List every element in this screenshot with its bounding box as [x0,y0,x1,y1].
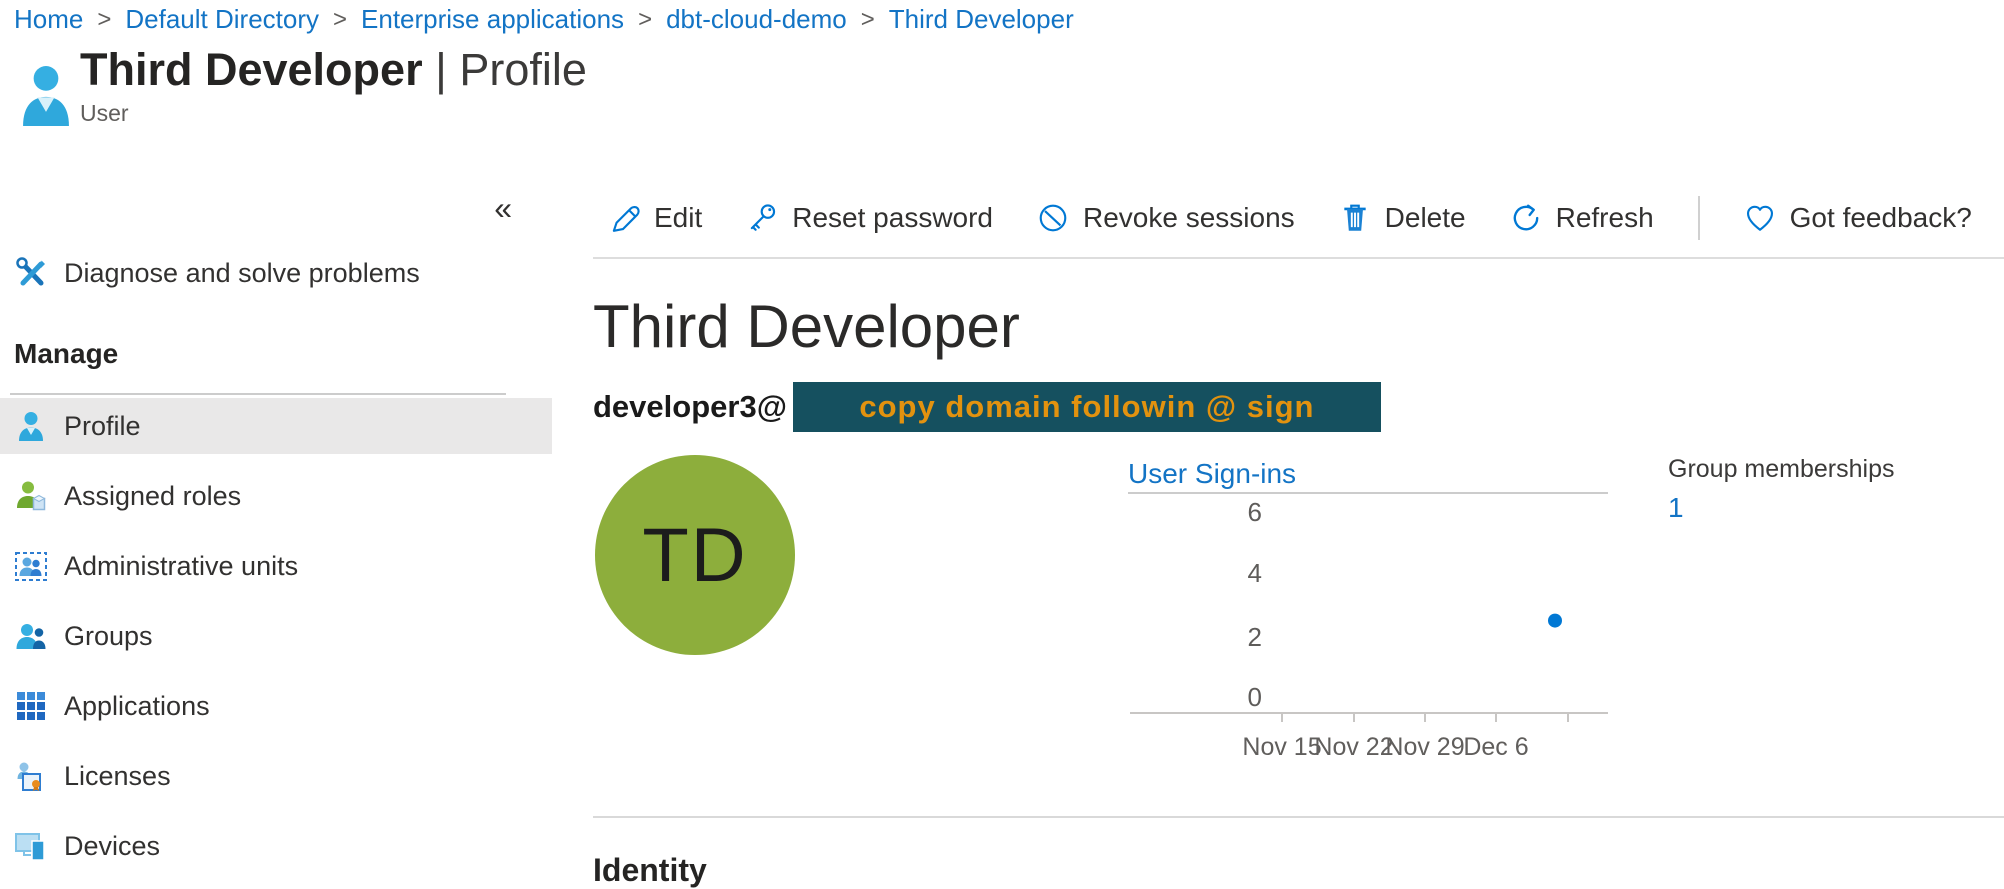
reset-password-button[interactable]: Reset password [746,202,993,234]
feedback-label: Got feedback? [1790,202,1972,234]
breadcrumb-third-developer[interactable]: Third Developer [889,4,1074,35]
sidebar-item-label: Profile [64,411,141,442]
y-tick-label: 6 [1248,497,1262,527]
sidebar-section-manage: Manage [14,338,118,370]
breadcrumb: Home > Default Directory > Enterprise ap… [14,4,1074,35]
devices-icon [14,829,48,863]
sidebar: « Diagnose and solve problems Manage Pro… [0,150,552,884]
tools-icon [14,256,48,290]
delete-label: Delete [1385,202,1466,234]
sidebar-divider [10,393,506,395]
sidebar-item-label: Administrative units [64,551,298,582]
revoke-sessions-button[interactable]: Revoke sessions [1037,202,1295,234]
x-tick-label: Nov 22 [1314,733,1393,761]
breadcrumb-separator: > [861,6,875,34]
x-tick-label: Dec 6 [1463,733,1528,761]
user-display-name: Third Developer [593,292,1020,361]
sidebar-item-groups[interactable]: Groups [0,608,552,664]
y-tick-label: 2 [1248,622,1262,652]
sidebar-item-label: Licenses [64,761,171,792]
email-prefix: developer3@ [593,389,787,425]
sign-ins-chart: 6 4 2 0 Nov 15 Nov 22 Nov 29 Dec 6 [1128,495,1628,785]
sidebar-item-profile[interactable]: Profile [0,398,552,454]
sidebar-item-label: Assigned roles [64,481,241,512]
sidebar-collapse-icon[interactable]: « [494,192,512,224]
page-title-section: Profile [459,44,587,95]
sidebar-item-applications[interactable]: Applications [0,678,552,734]
person-role-icon [14,479,48,513]
breadcrumb-home[interactable]: Home [14,4,83,35]
pencil-icon [608,202,640,234]
identity-section-heading: Identity [593,852,707,889]
redaction-box: copy domain followin @ sign [793,382,1381,432]
trash-icon [1339,202,1371,234]
sidebar-item-assigned-roles[interactable]: Assigned roles [0,468,552,524]
signin-data-point [1548,614,1562,628]
sidebar-item-administrative-units[interactable]: Administrative units [0,538,552,594]
admin-units-icon [14,549,48,583]
sidebar-item-label: Applications [64,691,210,722]
user-sign-ins-link[interactable]: User Sign-ins [1128,458,1296,490]
breadcrumb-separator: > [97,6,111,34]
y-tick-label: 4 [1248,558,1262,588]
people-icon [14,619,48,653]
person-icon [14,409,48,443]
license-icon [14,759,48,793]
group-memberships-label: Group memberships [1668,455,1894,484]
sidebar-item-label: Diagnose and solve problems [64,258,420,289]
key-icon [746,202,778,234]
user-avatar-icon [16,60,76,132]
section-divider [593,816,2004,818]
refresh-label: Refresh [1556,202,1654,234]
avatar-initials: TD [642,512,747,599]
breadcrumb-enterprise-applications[interactable]: Enterprise applications [361,4,624,35]
chart-title-underline [1128,492,1608,494]
redaction-label: copy domain followin @ sign [859,389,1314,425]
block-icon [1037,202,1069,234]
edit-button[interactable]: Edit [608,202,702,234]
breadcrumb-separator: > [333,6,347,34]
refresh-icon [1510,202,1542,234]
toolbar-divider [1698,196,1700,240]
group-memberships-value[interactable]: 1 [1668,492,1684,524]
edit-label: Edit [654,202,702,234]
breadcrumb-default-directory[interactable]: Default Directory [125,4,319,35]
sidebar-item-licenses[interactable]: Licenses [0,748,552,804]
user-principal-name: developer3@ copy domain followin @ sign [593,382,1381,432]
content-top-divider [593,257,2004,259]
sidebar-item-label: Groups [64,621,153,652]
grid-icon [14,689,48,723]
y-tick-label: 0 [1248,682,1262,712]
feedback-button[interactable]: Got feedback? [1744,202,1972,234]
x-tick-label: Nov 15 [1242,733,1321,761]
revoke-sessions-label: Revoke sessions [1083,202,1295,234]
avatar: TD [595,455,795,655]
reset-password-label: Reset password [792,202,993,234]
breadcrumb-dbt-cloud-demo[interactable]: dbt-cloud-demo [666,4,847,35]
refresh-button[interactable]: Refresh [1510,202,1654,234]
x-tick-label: Nov 29 [1385,733,1464,761]
page-title: Third Developer | Profile [80,44,587,96]
sidebar-item-label: Devices [64,831,160,862]
page-subtitle: User [80,100,129,127]
command-bar: Edit Reset password Revoke sessions Dele… [608,196,1972,240]
page-title-divider: | [435,44,447,95]
sidebar-item-diagnose[interactable]: Diagnose and solve problems [0,245,552,301]
heart-icon [1744,202,1776,234]
sidebar-item-devices[interactable]: Devices [0,818,552,874]
breadcrumb-separator: > [638,6,652,34]
delete-button[interactable]: Delete [1339,202,1466,234]
page-title-name: Third Developer [80,44,423,95]
